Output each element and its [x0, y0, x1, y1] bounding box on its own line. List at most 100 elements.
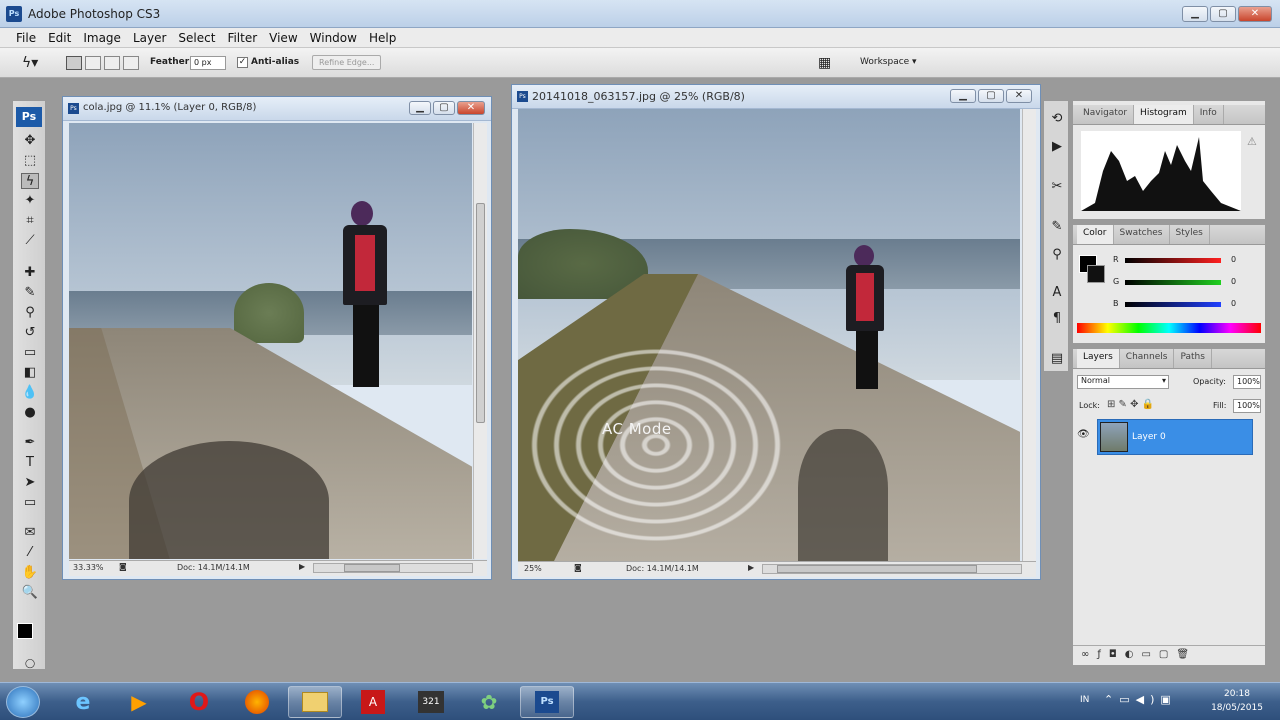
path-selection-icon[interactable]: ➤: [21, 475, 39, 491]
zoom-level[interactable]: 33.33%: [73, 563, 104, 572]
menu-image[interactable]: Image: [77, 28, 127, 47]
shape-tool-icon[interactable]: ▭: [21, 495, 39, 511]
document-canvas-cola[interactable]: [69, 123, 472, 559]
healing-brush-icon[interactable]: ✚: [21, 265, 39, 281]
status-menu-icon[interactable]: ◙: [119, 562, 127, 571]
system-tray-icons[interactable]: ⌃▭◀)▣: [1104, 693, 1177, 706]
pen-tool-icon[interactable]: ✒: [21, 435, 39, 451]
status-arrow-icon[interactable]: ▶: [748, 563, 754, 572]
tab-layers[interactable]: Layers: [1077, 349, 1120, 368]
tool-presets-icon[interactable]: ✂: [1048, 179, 1066, 195]
layers-footer-buttons[interactable]: ∞ƒ◘◐▭▢🗑: [1073, 645, 1265, 665]
menu-edit[interactable]: Edit: [42, 28, 77, 47]
doc-vertical-scrollbar[interactable]: [473, 123, 487, 559]
doc-minimize-button[interactable]: ▁: [950, 89, 976, 103]
subtract-selection-icon[interactable]: [104, 56, 120, 70]
opacity-input[interactable]: 100%: [1233, 375, 1261, 389]
character-panel-icon[interactable]: A: [1048, 285, 1066, 301]
zoom-level[interactable]: 25%: [524, 564, 542, 573]
doc-vscroll-thumb[interactable]: [476, 203, 485, 423]
doc-close-button[interactable]: ✕: [1006, 89, 1032, 103]
histogram-warning-icon[interactable]: ⚠: [1247, 135, 1257, 148]
eraser-tool-icon[interactable]: ▭: [21, 345, 39, 361]
lasso-tool-icon[interactable]: ϟ: [21, 173, 39, 189]
tab-color[interactable]: Color: [1077, 225, 1114, 244]
document-canvas-photo[interactable]: AC Mode: [518, 109, 1020, 561]
doc-minimize-button[interactable]: ▁: [409, 101, 431, 115]
taskbar-photoshop-icon[interactable]: Ps: [520, 686, 574, 718]
close-button[interactable]: ✕: [1238, 6, 1272, 22]
history-panel-icon[interactable]: ⟲: [1048, 111, 1066, 127]
brush-tool-icon[interactable]: ✎: [21, 285, 39, 301]
menu-help[interactable]: Help: [363, 28, 402, 47]
tab-swatches[interactable]: Swatches: [1114, 225, 1170, 244]
doc-close-button[interactable]: ✕: [457, 101, 485, 115]
menu-file[interactable]: File: [10, 28, 42, 47]
eyedropper-tool-icon[interactable]: ⁄: [21, 545, 39, 561]
menu-filter[interactable]: Filter: [221, 28, 263, 47]
add-selection-icon[interactable]: [85, 56, 101, 70]
antialias-checkbox[interactable]: ✓: [237, 57, 248, 68]
status-menu-icon[interactable]: ◙: [574, 563, 582, 572]
layer-name[interactable]: Layer 0: [1132, 432, 1166, 442]
notes-tool-icon[interactable]: ✉: [21, 525, 39, 541]
blur-tool-icon[interactable]: 💧: [21, 385, 39, 401]
tab-channels[interactable]: Channels: [1120, 349, 1175, 368]
document-titlebar[interactable]: Ps 20141018_063157.jpg @ 25% (RGB/8) ▁ ▢…: [512, 85, 1040, 109]
color-spectrum-bar[interactable]: [1077, 323, 1261, 333]
taskbar-media-player-icon[interactable]: ▶: [112, 686, 166, 718]
magic-wand-tool-icon[interactable]: ✦: [21, 193, 39, 209]
lasso-tool-preset-icon[interactable]: ϟ▾: [22, 55, 38, 71]
minimize-button[interactable]: ▁: [1182, 6, 1208, 22]
crop-tool-icon[interactable]: ⌗: [21, 213, 39, 229]
clock-date[interactable]: 18/05/2015: [1198, 703, 1276, 713]
zoom-tool-icon[interactable]: 🔍: [21, 585, 39, 601]
green-slider[interactable]: [1125, 280, 1221, 285]
brushes-panel-icon[interactable]: ✎: [1048, 219, 1066, 235]
foreground-color-swatch[interactable]: [17, 623, 33, 639]
tab-styles[interactable]: Styles: [1170, 225, 1210, 244]
doc-maximize-button[interactable]: ▢: [978, 89, 1004, 103]
taskbar-acrobat-reader-icon[interactable]: A: [346, 686, 400, 718]
color-bg-swatch[interactable]: [1087, 265, 1105, 283]
tab-info[interactable]: Info: [1194, 105, 1224, 124]
blue-value[interactable]: 0: [1231, 299, 1236, 308]
layer-comps-icon[interactable]: ▤: [1048, 351, 1066, 367]
clone-stamp-icon[interactable]: ⚲: [21, 305, 39, 321]
taskbar-internet-explorer-icon[interactable]: e: [56, 686, 110, 718]
menu-select[interactable]: Select: [172, 28, 221, 47]
clone-source-icon[interactable]: ⚲: [1048, 247, 1066, 263]
taskbar-opera-icon[interactable]: O: [172, 686, 226, 718]
menu-view[interactable]: View: [263, 28, 303, 47]
intersect-selection-icon[interactable]: [123, 56, 139, 70]
quick-mask-icon[interactable]: ◯: [21, 656, 39, 672]
menu-layer[interactable]: Layer: [127, 28, 172, 47]
taskbar-file-explorer-icon[interactable]: [288, 686, 342, 718]
red-value[interactable]: 0: [1231, 255, 1236, 264]
history-brush-icon[interactable]: ↺: [21, 325, 39, 341]
lock-icons[interactable]: ⊞ ✎ ✥ 🔒: [1107, 399, 1154, 410]
doc-maximize-button[interactable]: ▢: [433, 101, 455, 115]
red-slider[interactable]: [1125, 258, 1221, 263]
paragraph-panel-icon[interactable]: ¶: [1048, 311, 1066, 327]
marquee-tool-icon[interactable]: ⬚: [21, 153, 39, 169]
tab-paths[interactable]: Paths: [1174, 349, 1212, 368]
hand-tool-icon[interactable]: ✋: [21, 565, 39, 581]
status-arrow-icon[interactable]: ▶: [299, 562, 305, 571]
taskbar-firefox-icon[interactable]: [230, 686, 284, 718]
blue-slider[interactable]: [1125, 302, 1221, 307]
doc-horizontal-scrollbar[interactable]: [313, 563, 473, 573]
slice-tool-icon[interactable]: ⟋: [21, 233, 39, 249]
feather-input[interactable]: 0 px: [190, 56, 226, 70]
refine-edge-button[interactable]: Refine Edge...: [312, 55, 382, 70]
start-orb-icon[interactable]: [6, 686, 40, 718]
move-tool-icon[interactable]: ✥: [21, 133, 39, 149]
doc-vertical-scrollbar[interactable]: [1022, 109, 1036, 561]
dodge-tool-icon[interactable]: ●: [21, 405, 39, 421]
language-indicator[interactable]: IN: [1080, 695, 1089, 705]
tab-histogram[interactable]: Histogram: [1134, 105, 1194, 124]
doc-horizontal-scrollbar[interactable]: [762, 564, 1022, 574]
doc-hscroll-thumb[interactable]: [777, 565, 977, 573]
layer-row[interactable]: Layer 0: [1097, 419, 1253, 455]
layer-visibility-eye-icon[interactable]: 👁: [1077, 429, 1097, 443]
